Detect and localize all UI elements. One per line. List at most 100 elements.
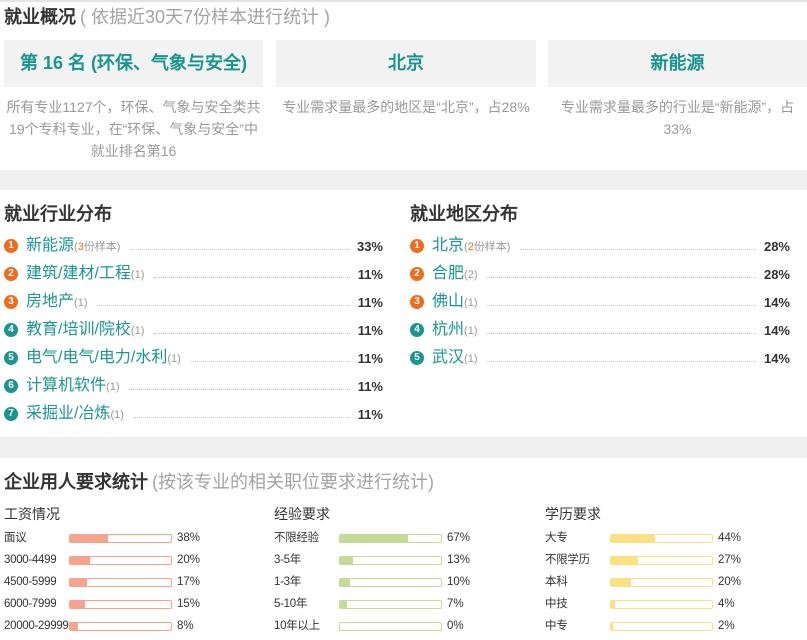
rank-name-link[interactable]: 教育/培训/院校 bbox=[26, 321, 131, 338]
region-title: 就业地区分布 bbox=[410, 204, 518, 224]
sample-count-close: ) bbox=[473, 352, 478, 365]
dotted-leader bbox=[487, 360, 756, 362]
rank-row: 7 采掘业/冶炼(1) 11% bbox=[4, 400, 383, 428]
stat-bar-fill bbox=[70, 579, 88, 586]
card-description: 所有专业1127个，环保、气象与安全类共19个专科专业，在“环保、气象与安全”中… bbox=[6, 99, 261, 159]
rank-percent: 28% bbox=[763, 266, 790, 282]
stat-bar-fill bbox=[70, 557, 91, 564]
stat-label: 5-10年 bbox=[274, 598, 308, 610]
stat-label: 20000-29999 bbox=[4, 620, 69, 632]
rank-row: 5 电气/电气/电力/水利(1) 11% bbox=[4, 344, 383, 372]
stat-percent: 15% bbox=[177, 598, 201, 610]
stat-label: 不限经验 bbox=[274, 532, 319, 544]
stat-bar bbox=[69, 578, 172, 587]
stat-bar bbox=[339, 622, 442, 631]
stat-row: 面议 38% bbox=[4, 527, 266, 549]
stat-bar-fill bbox=[70, 623, 79, 630]
rank-percent: 14% bbox=[763, 350, 790, 366]
rank-percent: 28% bbox=[763, 238, 790, 254]
rank-name-link[interactable]: 合肥 bbox=[432, 265, 464, 282]
rank-name-link[interactable]: 佛山 bbox=[432, 293, 464, 310]
stat-label: 本科 bbox=[545, 576, 568, 588]
sample-count: (2份样本) bbox=[464, 241, 510, 253]
rank-name-link[interactable]: 采掘业/冶炼 bbox=[26, 405, 110, 422]
sample-count: (1) bbox=[464, 353, 477, 365]
rank-label: 杭州(1) bbox=[432, 320, 477, 341]
stat-row: 1-3年 10% bbox=[274, 571, 536, 593]
stat-percent: 67% bbox=[447, 532, 471, 544]
stat-percent: 10% bbox=[447, 576, 471, 588]
top-region-card: 北京 专业需求量最多的地区是“北京”，占28% bbox=[276, 40, 536, 162]
sample-count: (1) bbox=[106, 381, 119, 393]
rank-label: 武汉(1) bbox=[432, 348, 477, 369]
sample-count-close: ) bbox=[473, 324, 478, 337]
salary-stats-rows: 面议 38% 3000-4499 20% 4500-5999 17% 6000-… bbox=[4, 527, 266, 637]
rank-row: 1 北京(2份样本) 28% bbox=[410, 232, 790, 260]
stat-bar bbox=[610, 556, 713, 565]
rank-percent: 11% bbox=[357, 406, 383, 422]
sample-count-close: 份样本) bbox=[83, 240, 121, 253]
rank-name-link[interactable]: 计算机软件 bbox=[26, 377, 106, 394]
stat-bar bbox=[610, 578, 713, 587]
overview-heading: 就业概况( 依据近30天7份样本进行统计 ) bbox=[4, 5, 330, 29]
stat-percent: 20% bbox=[718, 576, 742, 588]
stat-percent: 8% bbox=[177, 620, 194, 632]
stat-bar-fill bbox=[611, 579, 632, 586]
sample-count-close: ) bbox=[177, 352, 181, 365]
dotted-leader bbox=[129, 388, 350, 390]
stat-bar bbox=[610, 534, 713, 543]
stat-bar-fill bbox=[340, 579, 351, 586]
stat-bar-fill bbox=[70, 535, 109, 542]
rank-name-link[interactable]: 建筑/建材/工程 bbox=[26, 265, 131, 282]
dotted-leader bbox=[130, 248, 349, 250]
rank-name-link[interactable]: 新能源 bbox=[26, 237, 74, 254]
rank-name-link[interactable]: 房地产 bbox=[26, 293, 74, 310]
stat-percent: 17% bbox=[177, 576, 201, 588]
employment-overview: 就业概况( 依据近30天7份样本进行统计 ) 第 16 名 (环保、气象与安全)… bbox=[0, 0, 807, 170]
stat-label: 10年以上 bbox=[274, 620, 320, 632]
stat-label: 大专 bbox=[545, 532, 568, 544]
rank-name-link[interactable]: 武汉 bbox=[432, 349, 464, 366]
stat-row: 3000-4499 20% bbox=[4, 549, 266, 571]
rank-percent: 11% bbox=[357, 266, 383, 282]
sample-count: (2) bbox=[464, 269, 477, 281]
stat-bar bbox=[610, 600, 713, 609]
stat-bar bbox=[339, 556, 442, 565]
experience-stats-title: 经验要求 bbox=[274, 506, 330, 522]
rank-row: 2 建筑/建材/工程(1) 11% bbox=[4, 260, 383, 288]
rank-row: 5 武汉(1) 14% bbox=[410, 344, 790, 372]
experience-stats: 经验要求 不限经验 67% 3-5年 13% 1-3年 10% 5-10年 7%… bbox=[274, 504, 536, 637]
stat-row: 中技 4% bbox=[545, 593, 807, 615]
stat-label: 6000-7999 bbox=[4, 598, 57, 610]
rank-badge: 4 bbox=[4, 323, 18, 337]
rank-name-link[interactable]: 北京 bbox=[432, 237, 464, 254]
rank-label: 合肥(2) bbox=[432, 264, 477, 285]
dotted-leader bbox=[487, 304, 756, 306]
stat-row: 本科 20% bbox=[545, 571, 807, 593]
rank-row: 4 杭州(1) 14% bbox=[410, 316, 790, 344]
rank-percent: 11% bbox=[357, 322, 383, 338]
card-description: 专业需求量最多的行业是“新能源”，占33% bbox=[560, 99, 795, 137]
overview-subtitle: ( 依据近30天7份样本进行统计 ) bbox=[80, 7, 331, 27]
rank-row: 1 新能源(3份样本) 33% bbox=[4, 232, 383, 260]
rank-badge: 7 bbox=[4, 407, 18, 421]
section-divider bbox=[0, 437, 807, 458]
rank-name-link[interactable]: 杭州 bbox=[432, 321, 464, 338]
sample-count: (1) bbox=[131, 325, 144, 337]
rank-label: 佛山(1) bbox=[432, 292, 477, 313]
dotted-leader bbox=[190, 360, 350, 362]
rank-row: 4 教育/培训/院校(1) 11% bbox=[4, 316, 383, 344]
stat-bar bbox=[610, 622, 713, 631]
rank-label: 房地产(1) bbox=[26, 292, 87, 313]
sample-count: (1) bbox=[74, 297, 87, 309]
dotted-leader bbox=[487, 332, 756, 334]
stat-bar-fill bbox=[611, 623, 614, 630]
stat-row: 中专 2% bbox=[545, 615, 807, 637]
stat-row: 5-10年 7% bbox=[274, 593, 536, 615]
rank-name-link[interactable]: 电气/电气/电力/水利 bbox=[26, 349, 167, 366]
overview-cards: 第 16 名 (环保、气象与安全) 所有专业1127个，环保、气象与安全类共19… bbox=[4, 40, 807, 162]
dotted-leader bbox=[133, 416, 350, 418]
stat-bar bbox=[339, 578, 442, 587]
card-description: 专业需求量最多的地区是“北京”，占28% bbox=[282, 99, 530, 115]
sample-count-close: ) bbox=[473, 296, 478, 309]
